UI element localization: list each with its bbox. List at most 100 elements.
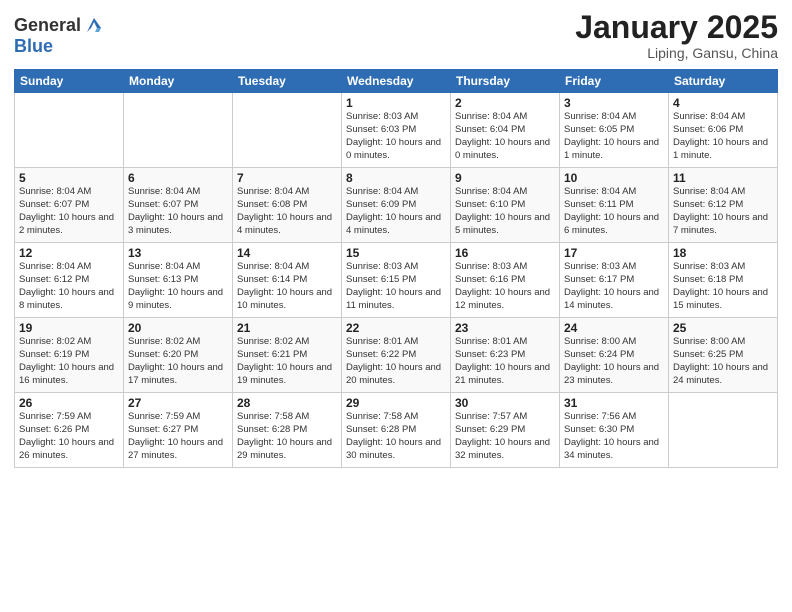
cell-content: 4Sunrise: 8:04 AM Sunset: 6:06 PM Daylig… xyxy=(673,96,773,164)
calendar-cell: 1Sunrise: 8:03 AM Sunset: 6:03 PM Daylig… xyxy=(342,93,451,168)
cell-info: Sunrise: 8:04 AM Sunset: 6:06 PM Dayligh… xyxy=(673,111,773,162)
calendar-week-row: 19Sunrise: 8:02 AM Sunset: 6:19 PM Dayli… xyxy=(15,318,778,393)
cell-info: Sunrise: 8:04 AM Sunset: 6:09 PM Dayligh… xyxy=(346,186,446,237)
day-number: 28 xyxy=(237,396,337,410)
cell-info: Sunrise: 7:58 AM Sunset: 6:28 PM Dayligh… xyxy=(237,411,337,462)
calendar-cell: 11Sunrise: 8:04 AM Sunset: 6:12 PM Dayli… xyxy=(669,168,778,243)
cell-content: 17Sunrise: 8:03 AM Sunset: 6:17 PM Dayli… xyxy=(564,246,664,314)
calendar-cell xyxy=(669,393,778,468)
day-number: 2 xyxy=(455,96,555,110)
logo-general-text: General xyxy=(14,15,81,36)
calendar-cell: 29Sunrise: 7:58 AM Sunset: 6:28 PM Dayli… xyxy=(342,393,451,468)
cell-content: 31Sunrise: 7:56 AM Sunset: 6:30 PM Dayli… xyxy=(564,396,664,464)
cell-content: 26Sunrise: 7:59 AM Sunset: 6:26 PM Dayli… xyxy=(19,396,119,464)
cell-content: 24Sunrise: 8:00 AM Sunset: 6:24 PM Dayli… xyxy=(564,321,664,389)
day-number: 26 xyxy=(19,396,119,410)
cell-content: 27Sunrise: 7:59 AM Sunset: 6:27 PM Dayli… xyxy=(128,396,228,464)
cell-info: Sunrise: 8:04 AM Sunset: 6:08 PM Dayligh… xyxy=(237,186,337,237)
cell-content: 23Sunrise: 8:01 AM Sunset: 6:23 PM Dayli… xyxy=(455,321,555,389)
page-container: General Blue January 2025 Liping, Gansu,… xyxy=(0,0,792,478)
cell-info: Sunrise: 7:56 AM Sunset: 6:30 PM Dayligh… xyxy=(564,411,664,462)
calendar-cell: 9Sunrise: 8:04 AM Sunset: 6:10 PM Daylig… xyxy=(451,168,560,243)
cell-info: Sunrise: 8:00 AM Sunset: 6:24 PM Dayligh… xyxy=(564,336,664,387)
day-number: 29 xyxy=(346,396,446,410)
calendar-week-row: 26Sunrise: 7:59 AM Sunset: 6:26 PM Dayli… xyxy=(15,393,778,468)
calendar-week-row: 5Sunrise: 8:04 AM Sunset: 6:07 PM Daylig… xyxy=(15,168,778,243)
cell-info: Sunrise: 8:04 AM Sunset: 6:07 PM Dayligh… xyxy=(128,186,228,237)
cell-info: Sunrise: 8:04 AM Sunset: 6:11 PM Dayligh… xyxy=(564,186,664,237)
weekday-header-row: SundayMondayTuesdayWednesdayThursdayFrid… xyxy=(15,70,778,93)
calendar-cell: 20Sunrise: 8:02 AM Sunset: 6:20 PM Dayli… xyxy=(124,318,233,393)
day-number: 14 xyxy=(237,246,337,260)
weekday-header-tuesday: Tuesday xyxy=(233,70,342,93)
day-number: 22 xyxy=(346,321,446,335)
day-number: 18 xyxy=(673,246,773,260)
cell-content: 2Sunrise: 8:04 AM Sunset: 6:04 PM Daylig… xyxy=(455,96,555,164)
logo-icon xyxy=(83,14,105,36)
cell-content: 21Sunrise: 8:02 AM Sunset: 6:21 PM Dayli… xyxy=(237,321,337,389)
location-subtitle: Liping, Gansu, China xyxy=(575,45,778,61)
weekday-header-friday: Friday xyxy=(560,70,669,93)
day-number: 24 xyxy=(564,321,664,335)
day-number: 3 xyxy=(564,96,664,110)
header: General Blue January 2025 Liping, Gansu,… xyxy=(14,10,778,61)
cell-info: Sunrise: 8:02 AM Sunset: 6:21 PM Dayligh… xyxy=(237,336,337,387)
cell-content: 9Sunrise: 8:04 AM Sunset: 6:10 PM Daylig… xyxy=(455,171,555,239)
cell-info: Sunrise: 8:01 AM Sunset: 6:23 PM Dayligh… xyxy=(455,336,555,387)
logo-blue-text: Blue xyxy=(14,36,53,56)
calendar-cell: 27Sunrise: 7:59 AM Sunset: 6:27 PM Dayli… xyxy=(124,393,233,468)
calendar-cell: 24Sunrise: 8:00 AM Sunset: 6:24 PM Dayli… xyxy=(560,318,669,393)
cell-content: 22Sunrise: 8:01 AM Sunset: 6:22 PM Dayli… xyxy=(346,321,446,389)
cell-info: Sunrise: 8:02 AM Sunset: 6:19 PM Dayligh… xyxy=(19,336,119,387)
day-number: 11 xyxy=(673,171,773,185)
day-number: 20 xyxy=(128,321,228,335)
day-number: 9 xyxy=(455,171,555,185)
cell-info: Sunrise: 8:04 AM Sunset: 6:12 PM Dayligh… xyxy=(673,186,773,237)
cell-info: Sunrise: 8:04 AM Sunset: 6:05 PM Dayligh… xyxy=(564,111,664,162)
calendar-table: SundayMondayTuesdayWednesdayThursdayFrid… xyxy=(14,69,778,468)
cell-content: 7Sunrise: 8:04 AM Sunset: 6:08 PM Daylig… xyxy=(237,171,337,239)
cell-content: 11Sunrise: 8:04 AM Sunset: 6:12 PM Dayli… xyxy=(673,171,773,239)
calendar-cell: 25Sunrise: 8:00 AM Sunset: 6:25 PM Dayli… xyxy=(669,318,778,393)
cell-content: 1Sunrise: 8:03 AM Sunset: 6:03 PM Daylig… xyxy=(346,96,446,164)
day-number: 13 xyxy=(128,246,228,260)
calendar-cell: 2Sunrise: 8:04 AM Sunset: 6:04 PM Daylig… xyxy=(451,93,560,168)
calendar-week-row: 1Sunrise: 8:03 AM Sunset: 6:03 PM Daylig… xyxy=(15,93,778,168)
day-number: 17 xyxy=(564,246,664,260)
calendar-cell: 22Sunrise: 8:01 AM Sunset: 6:22 PM Dayli… xyxy=(342,318,451,393)
day-number: 31 xyxy=(564,396,664,410)
calendar-cell: 18Sunrise: 8:03 AM Sunset: 6:18 PM Dayli… xyxy=(669,243,778,318)
cell-content: 16Sunrise: 8:03 AM Sunset: 6:16 PM Dayli… xyxy=(455,246,555,314)
cell-content: 8Sunrise: 8:04 AM Sunset: 6:09 PM Daylig… xyxy=(346,171,446,239)
calendar-cell: 7Sunrise: 8:04 AM Sunset: 6:08 PM Daylig… xyxy=(233,168,342,243)
month-title: January 2025 xyxy=(575,10,778,45)
day-number: 27 xyxy=(128,396,228,410)
cell-info: Sunrise: 8:02 AM Sunset: 6:20 PM Dayligh… xyxy=(128,336,228,387)
calendar-cell: 5Sunrise: 8:04 AM Sunset: 6:07 PM Daylig… xyxy=(15,168,124,243)
calendar-cell: 10Sunrise: 8:04 AM Sunset: 6:11 PM Dayli… xyxy=(560,168,669,243)
weekday-header-thursday: Thursday xyxy=(451,70,560,93)
cell-content: 25Sunrise: 8:00 AM Sunset: 6:25 PM Dayli… xyxy=(673,321,773,389)
weekday-header-monday: Monday xyxy=(124,70,233,93)
cell-content: 10Sunrise: 8:04 AM Sunset: 6:11 PM Dayli… xyxy=(564,171,664,239)
cell-info: Sunrise: 8:04 AM Sunset: 6:07 PM Dayligh… xyxy=(19,186,119,237)
cell-info: Sunrise: 7:59 AM Sunset: 6:27 PM Dayligh… xyxy=(128,411,228,462)
calendar-cell: 19Sunrise: 8:02 AM Sunset: 6:19 PM Dayli… xyxy=(15,318,124,393)
day-number: 8 xyxy=(346,171,446,185)
weekday-header-wednesday: Wednesday xyxy=(342,70,451,93)
cell-content: 13Sunrise: 8:04 AM Sunset: 6:13 PM Dayli… xyxy=(128,246,228,314)
day-number: 4 xyxy=(673,96,773,110)
cell-content: 14Sunrise: 8:04 AM Sunset: 6:14 PM Dayli… xyxy=(237,246,337,314)
calendar-cell: 15Sunrise: 8:03 AM Sunset: 6:15 PM Dayli… xyxy=(342,243,451,318)
cell-info: Sunrise: 8:04 AM Sunset: 6:04 PM Dayligh… xyxy=(455,111,555,162)
cell-info: Sunrise: 8:04 AM Sunset: 6:13 PM Dayligh… xyxy=(128,261,228,312)
cell-info: Sunrise: 8:03 AM Sunset: 6:16 PM Dayligh… xyxy=(455,261,555,312)
cell-content: 3Sunrise: 8:04 AM Sunset: 6:05 PM Daylig… xyxy=(564,96,664,164)
day-number: 1 xyxy=(346,96,446,110)
day-number: 15 xyxy=(346,246,446,260)
calendar-cell: 13Sunrise: 8:04 AM Sunset: 6:13 PM Dayli… xyxy=(124,243,233,318)
calendar-cell xyxy=(124,93,233,168)
cell-info: Sunrise: 7:58 AM Sunset: 6:28 PM Dayligh… xyxy=(346,411,446,462)
calendar-cell: 14Sunrise: 8:04 AM Sunset: 6:14 PM Dayli… xyxy=(233,243,342,318)
calendar-cell: 16Sunrise: 8:03 AM Sunset: 6:16 PM Dayli… xyxy=(451,243,560,318)
